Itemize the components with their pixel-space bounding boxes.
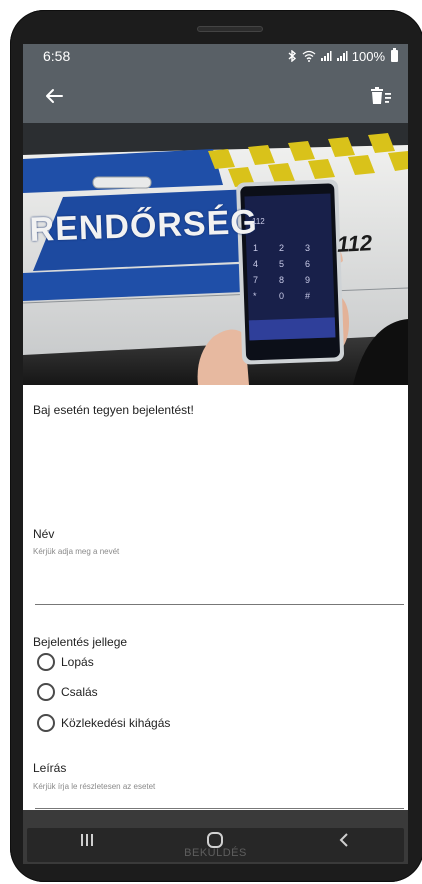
status-icons: 100% — [287, 48, 398, 64]
keypad-key: 8 — [279, 275, 285, 285]
name-hint: Kérjük adja meg a nevét — [33, 547, 120, 556]
system-nav-bar — [23, 820, 408, 860]
phone-keypad: 1 2 3 4 5 6 7 8 9 * 0 # — [253, 243, 333, 301]
app-toolbar — [23, 68, 408, 123]
keypad-key: 5 — [279, 259, 285, 269]
keypad-key: 2 — [279, 243, 285, 253]
report-type-label: Bejelentés jellege — [33, 635, 128, 649]
car-number: 112 — [336, 230, 373, 257]
signal-icon — [336, 51, 348, 61]
keypad-key: 9 — [305, 275, 311, 285]
keypad-key: 4 — [253, 259, 259, 269]
keypad-key: 0 — [279, 291, 285, 301]
back-icon — [339, 833, 348, 847]
keypad-key: # — [305, 291, 311, 301]
keypad-key: 7 — [253, 275, 259, 285]
report-form: Baj esetén tegyen bejelentést! Név Kérjü… — [23, 385, 408, 810]
battery-percent: 100% — [351, 48, 385, 64]
radio-option-lopas[interactable]: Lopás — [37, 653, 94, 671]
battery-icon — [391, 48, 398, 62]
keypad-key: * — [253, 291, 257, 301]
signal-icon — [320, 51, 332, 61]
phone-screen-number: 112 — [252, 217, 265, 226]
home-icon — [207, 832, 224, 848]
radio-option-kozlekedesi-kihagas[interactable]: Közlekedési kihágás — [37, 714, 170, 732]
name-input[interactable] — [35, 575, 404, 605]
system-back-button[interactable] — [324, 825, 364, 855]
name-label: Név — [33, 527, 55, 541]
description-input[interactable] — [35, 779, 404, 809]
wifi-icon — [302, 50, 316, 62]
radio-button[interactable] — [37, 683, 55, 701]
arrow-left-icon — [46, 88, 63, 103]
radio-button[interactable] — [37, 714, 55, 732]
recent-apps-button[interactable] — [67, 825, 107, 855]
keypad-key: 6 — [305, 259, 311, 269]
radio-label: Közlekedési kihágás — [61, 716, 171, 730]
radio-button[interactable] — [37, 653, 55, 671]
car-lettering: RENDŐRSÉG — [29, 203, 259, 249]
delete-list-button[interactable] — [366, 81, 396, 111]
phone-frame: 6:58 100% RENDŐRSÉG 112 112 1 2 3 4 5 6 … — [10, 10, 422, 882]
bluetooth-icon — [288, 50, 296, 62]
earpiece-speaker — [197, 26, 263, 32]
radio-label: Lopás — [61, 655, 94, 669]
app-screen: 6:58 100% RENDŐRSÉG 112 112 1 2 3 4 5 6 … — [23, 44, 408, 864]
description-label: Leírás — [33, 761, 67, 775]
status-time: 6:58 — [43, 48, 71, 64]
status-bar: 6:58 100% — [23, 44, 408, 68]
radio-option-csalas[interactable]: Csalás — [37, 683, 98, 701]
delete-list-icon — [371, 86, 391, 104]
radio-label: Csalás — [61, 685, 98, 699]
police-hero-image: RENDŐRSÉG 112 112 1 2 3 4 5 6 7 8 9 * 0 … — [23, 123, 408, 385]
keypad-key: 1 — [253, 243, 259, 253]
home-button[interactable] — [195, 825, 235, 855]
back-button[interactable] — [39, 81, 69, 111]
recent-apps-icon — [81, 834, 94, 846]
keypad-key: 3 — [305, 243, 311, 253]
form-intro: Baj esetén tegyen bejelentést! — [33, 403, 194, 417]
